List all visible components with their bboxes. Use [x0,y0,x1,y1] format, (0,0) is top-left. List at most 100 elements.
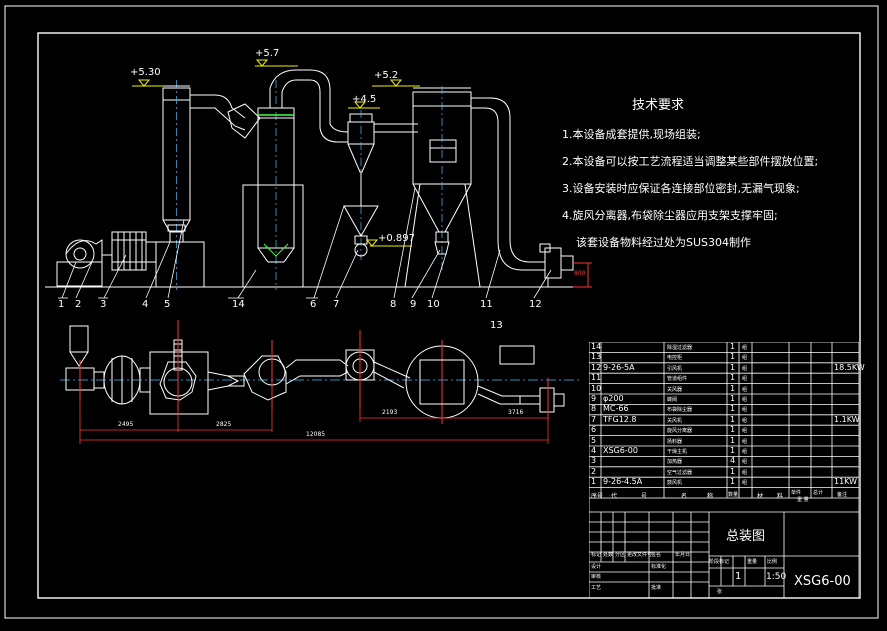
dim-2495: 2495 [118,421,134,428]
parts-row-qty: 1 [730,414,736,424]
parts-row-no: 6 [591,425,597,435]
parts-row-material: 组 [742,480,748,487]
parts-row-note: 18.5KW [834,362,865,372]
parts-row-name: 除湿过滤器 [667,345,693,351]
parts-row-name: 旋风分离器 [667,428,693,435]
parts-row-qty: 1 [730,362,736,372]
parts-row-code: φ200 [603,394,624,403]
requirement-2: 2.本设备可以按工艺流程适当调整某些部件摆放位置; [562,155,819,168]
header-total: 总计 [813,489,824,496]
parts-row-name: 管道组件 [667,376,688,383]
balloon-7: 7 [333,299,340,310]
parts-row-no: 8 [591,404,597,414]
balloon-12: 12 [529,299,542,310]
parts-row-name: 关风器 [667,386,683,393]
requirement-5: 该套设备物料经过处为SUS304制作 [576,236,752,249]
parts-row-name: 鼓风机 [667,480,683,487]
parts-row-no: 5 [591,435,597,445]
parts-row-qty: 1 [730,394,736,403]
parts-row-material: 组 [742,397,748,403]
parts-row-name: 布袋除尘器 [667,407,693,414]
parts-row-no: 10 [591,383,602,393]
label-mark: 标记 [591,552,602,558]
parts-row-qty: 1 [730,466,736,476]
parts-row-material: 组 [742,438,748,445]
balloon-13: 13 [490,320,503,331]
level-label-57: +5.7 [255,48,280,59]
parts-row-name: 干燥主机 [667,449,688,455]
requirement-4: 4.旋风分离器,布袋除尘器应用支架支撑牢固; [562,209,778,222]
dim-3716: 3716 [508,409,524,416]
stage-label: 阶段标记 [709,559,730,565]
parts-row-code: 9-26-5A [603,362,635,372]
parts-row-code: TFG12.8 [603,414,637,424]
parts-row-material: 组 [742,355,748,362]
parts-row-note: 1.1KW [834,414,860,424]
parts-row-material: 组 [742,449,748,455]
parts-row-no: 9 [591,394,597,403]
role-approve: 批准 [651,585,662,591]
parts-row-qty: 1 [730,477,736,487]
balloon-3: 3 [100,299,107,310]
balloon-8: 8 [390,299,397,310]
role-process: 工艺 [591,585,602,591]
level-label-0897: +0.897 [378,233,416,244]
parts-row-note: 11KW [834,477,858,487]
sheet-count: 1 [735,571,742,582]
level-label-45: +4.5 [352,94,377,105]
label-change-doc: 更改文件号 [627,552,653,558]
title-block: 标记 处数 分区 更改文件号 签名 年月日 设计 审核 工艺 标准化 批准 总装… [589,498,859,598]
parts-row-no: 2 [591,466,597,476]
balloon-6: 6 [310,299,317,310]
parts-row-material: 组 [742,459,748,466]
balloon-1: 1 [58,299,65,310]
role-review: 审核 [591,574,602,580]
parts-row-name: 引风机 [667,365,683,372]
parts-row-no: 3 [591,456,597,466]
balloon-2: 2 [75,299,82,310]
header-qty: 数量 [728,491,739,498]
balloon-5: 5 [164,299,171,310]
dim-12085: 12085 [306,431,326,438]
parts-row-material: 组 [742,407,748,414]
parts-row-name: 关风机 [667,417,683,424]
parts-row-qty: 1 [730,435,736,445]
parts-row-name: 电控柜 [667,355,683,362]
dim-side-800: 800 [574,270,586,277]
label-zone: 分区 [615,552,626,558]
parts-row-no: 13 [591,352,602,362]
parts-row-name: 蝶阀 [667,397,678,403]
level-label-52: +5.2 [374,70,399,81]
parts-row-name: 空气过滤器 [667,469,693,476]
header-unit: 单件 [791,489,802,496]
parts-row-qty: 1 [730,404,736,414]
parts-row-material: 组 [742,428,748,435]
balloon-4: 4 [142,299,149,310]
parts-list: 14 除湿过滤器 1 组 13 电控柜 1 组 12 9-26-5A 引风机 1 组 18.5KW 11 管道… [589,342,865,503]
parts-row-code: 9-26-4.5A [603,477,643,487]
parts-row-no: 7 [591,414,597,424]
balloon-11: 11 [480,299,493,310]
sheet-word: 张 [717,589,723,595]
parts-row-no: 1 [591,477,597,487]
drawing-number: XSG6-00 [794,574,851,589]
parts-row-qty: 4 [730,456,736,466]
role-standard: 标准化 [651,564,667,570]
scale-label: 比例 [767,559,778,565]
parts-row-no: 4 [591,446,597,455]
label-date: 年月日 [675,552,691,558]
parts-row-qty: 1 [730,383,736,393]
dim-2825: 2825 [216,421,232,428]
parts-row-no: 14 [591,342,602,351]
parts-row-qty: 1 [730,342,736,351]
balloon-9: 9 [410,299,417,310]
parts-row-name: 加热器 [667,459,683,466]
level-label-530: +5.30 [130,67,161,78]
label-sign: 签名 [651,552,662,558]
header-note: 备注 [837,491,848,498]
parts-row-qty: 1 [730,446,736,455]
title-block-mark-labels: 标记 处数 分区 更改文件号 签名 年月日 [591,551,709,558]
parts-row-qty: 1 [730,425,736,435]
parts-row-no: 12 [591,362,602,372]
balloon-10: 10 [427,299,440,310]
